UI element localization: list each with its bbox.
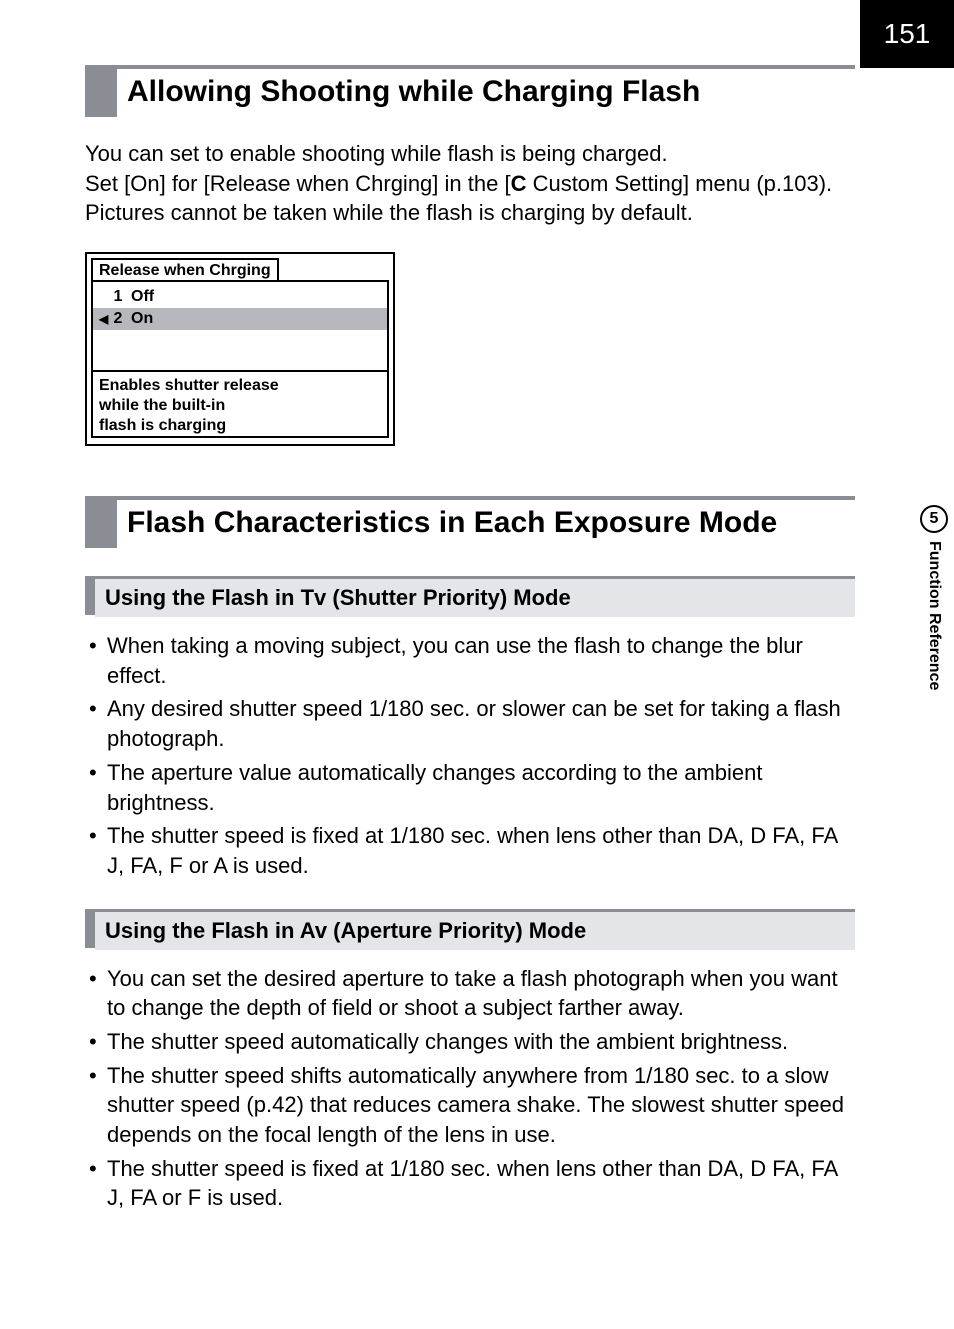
tv-bullet-list: When taking a moving subject, you can us… [85,631,855,881]
heading-accent-bar [85,69,117,117]
menu-body: 1 Off ◀ 2 On Enables shutter release whi… [91,280,389,438]
side-tab-label: Function Reference [925,541,943,690]
heading-2-text: Flash Characteristics in Each Exposure M… [127,500,777,548]
triangle-left-icon: ◀ [99,312,109,326]
subheading-tv-b: (Shutter Priority) Mode [326,585,570,610]
list-item: The shutter speed is fixed at 1/180 sec.… [85,821,855,880]
menu-screenshot: Release when Chrging 1 Off ◀ 2 On Enable… [85,252,395,446]
heading-2: Flash Characteristics in Each Exposure M… [85,496,855,548]
menu-opt2-label: On [127,310,153,328]
subheading-av-text: Using the Flash in Av (Aperture Priority… [95,912,855,950]
page: 151 5 Function Reference Allowing Shooti… [0,0,954,1329]
menu-opt1-label: Off [127,288,154,306]
list-item: The aperture value automatically changes… [85,758,855,817]
subheading-tv-text: Using the Flash in Tv (Shutter Priority)… [95,579,855,617]
page-number: 151 [860,0,954,68]
list-item: The shutter speed is fixed at 1/180 sec.… [85,1154,855,1213]
menu-title-tab: Release when Chrging [91,258,279,280]
menu-desc-l2: while the built-in [99,397,225,414]
custom-menu-icon: C [511,171,527,196]
subheading-av: Using the Flash in Av (Aperture Priority… [85,909,855,950]
list-item: The shutter speed automatically changes … [85,1027,855,1057]
menu-opt1-num: 1 [109,288,127,306]
para-line1: You can set to enable shooting while fla… [85,141,668,166]
subheading-tv-a: Using the Flash in [105,585,301,610]
side-tab: 5 Function Reference [914,505,954,690]
subheading-accent-bar [85,579,95,615]
menu-desc-l1: Enables shutter release [99,377,279,394]
list-item: When taking a moving subject, you can us… [85,631,855,690]
heading-accent-bar [85,500,117,548]
menu-description: Enables shutter release while the built-… [93,370,387,436]
menu-option-on: ◀ 2 On [93,308,387,330]
av-bullet-list: You can set the desired aperture to take… [85,964,855,1214]
menu-option-off: 1 Off [93,286,387,308]
content-area: Allowing Shooting while Charging Flash Y… [85,30,855,1217]
menu-opt2-num: 2 [109,310,127,328]
subheading-tv: Using the Flash in Tv (Shutter Priority)… [85,576,855,617]
subheading-accent-bar [85,912,95,948]
list-item: Any desired shutter speed 1/180 sec. or … [85,694,855,753]
menu-desc-l3: flash is charging [99,417,226,434]
tv-mode-icon: Tv [301,585,327,610]
heading-1-text: Allowing Shooting while Charging Flash [127,69,700,117]
list-item: You can set the desired aperture to take… [85,964,855,1023]
list-item: The shutter speed shifts automatically a… [85,1061,855,1150]
intro-paragraph: You can set to enable shooting while fla… [85,139,855,228]
side-tab-number: 5 [920,505,948,533]
heading-1: Allowing Shooting while Charging Flash [85,65,855,117]
para-line2a: Set [On] for [Release when Chrging] in t… [85,171,511,196]
menu-spacer [93,330,387,370]
